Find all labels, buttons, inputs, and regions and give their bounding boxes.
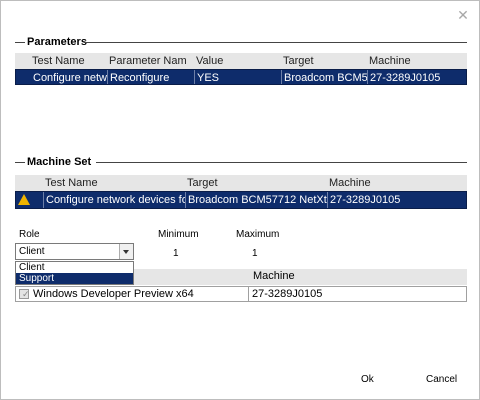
cell-target: Broadcom BCM5 xyxy=(284,70,368,84)
machine-set-header-row: Test Name Target Machine xyxy=(15,175,467,191)
minimum-value: 1 xyxy=(173,248,179,259)
cell-parameter-name: Reconfigure xyxy=(108,70,195,84)
section-divider xyxy=(85,42,467,43)
column-header-machine[interactable]: Machine xyxy=(367,53,467,69)
chevron-down-icon xyxy=(123,250,129,254)
dialog-window: ✕ Parameters Test Name Parameter Nam Val… xyxy=(0,0,480,400)
section-divider xyxy=(15,161,25,163)
role-option-client[interactable]: Client xyxy=(16,262,133,273)
column-header-value[interactable]: Value xyxy=(194,53,281,69)
section-divider xyxy=(15,41,25,43)
machines-row[interactable]: ✓ Windows Developer Preview x64 27-3289J… xyxy=(15,286,467,302)
cell-value: YES xyxy=(195,70,282,84)
minimum-label: Minimum xyxy=(158,229,199,240)
cell-machine-id: 27-3289J0105 xyxy=(252,288,323,300)
ok-button[interactable]: Ok xyxy=(361,374,374,385)
machine-set-title: Machine Set xyxy=(27,156,92,168)
cell-machine: 27-3289J0105 xyxy=(330,194,401,206)
parameters-header-row: Test Name Parameter Nam Value Target Mac… xyxy=(15,53,467,69)
column-header-test-name[interactable]: Test Name xyxy=(43,175,185,191)
machine-checkbox[interactable]: ✓ xyxy=(19,289,30,299)
dropdown-button[interactable] xyxy=(119,244,133,259)
role-option-support[interactable]: Support xyxy=(16,273,133,284)
cancel-button[interactable]: Cancel xyxy=(426,374,457,385)
warning-icon xyxy=(18,194,30,205)
role-select[interactable]: Client xyxy=(15,243,134,260)
cell-machine: 27-3289J0105 xyxy=(370,72,441,84)
machine-set-section-header: Machine Set xyxy=(15,156,91,168)
cell-test-name: Configure network devices fo xyxy=(46,192,186,208)
parameters-section-header: Parameters xyxy=(15,36,87,48)
column-header-parameter-name[interactable]: Parameter Nam xyxy=(107,53,194,69)
status-cell xyxy=(16,192,44,208)
close-icon[interactable]: ✕ xyxy=(456,8,470,22)
column-header-test-name[interactable]: Test Name xyxy=(15,53,107,69)
machine-set-row-selected[interactable]: Configure network devices fo Broadcom BC… xyxy=(15,191,467,209)
parameters-title: Parameters xyxy=(27,36,87,48)
section-divider xyxy=(96,162,467,163)
parameters-row-selected[interactable]: Configure networ Reconfigure YES Broadco… xyxy=(15,69,467,85)
cell-test-name: Configure networ xyxy=(16,70,108,84)
machine-set-grid: Test Name Target Machine Configure netwo… xyxy=(15,175,467,209)
check-icon: ✓ xyxy=(22,289,30,299)
role-label: Role xyxy=(19,229,40,240)
column-divider xyxy=(248,287,249,301)
column-header-machine[interactable]: Machine xyxy=(327,175,467,191)
column-header-machine[interactable]: Machine xyxy=(251,270,295,282)
cell-machine-name: Windows Developer Preview x64 xyxy=(33,288,194,300)
parameters-grid: Test Name Parameter Nam Value Target Mac… xyxy=(15,53,467,85)
role-select-value: Client xyxy=(19,246,45,257)
maximum-label: Maximum xyxy=(236,229,280,240)
column-header-target[interactable]: Target xyxy=(185,175,327,191)
cell-target: Broadcom BCM57712 NetXtr xyxy=(188,192,328,208)
column-header-target[interactable]: Target xyxy=(281,53,367,69)
column-header-status xyxy=(15,175,43,191)
maximum-value: 1 xyxy=(252,248,258,259)
role-options-list: Client Support xyxy=(15,261,134,285)
